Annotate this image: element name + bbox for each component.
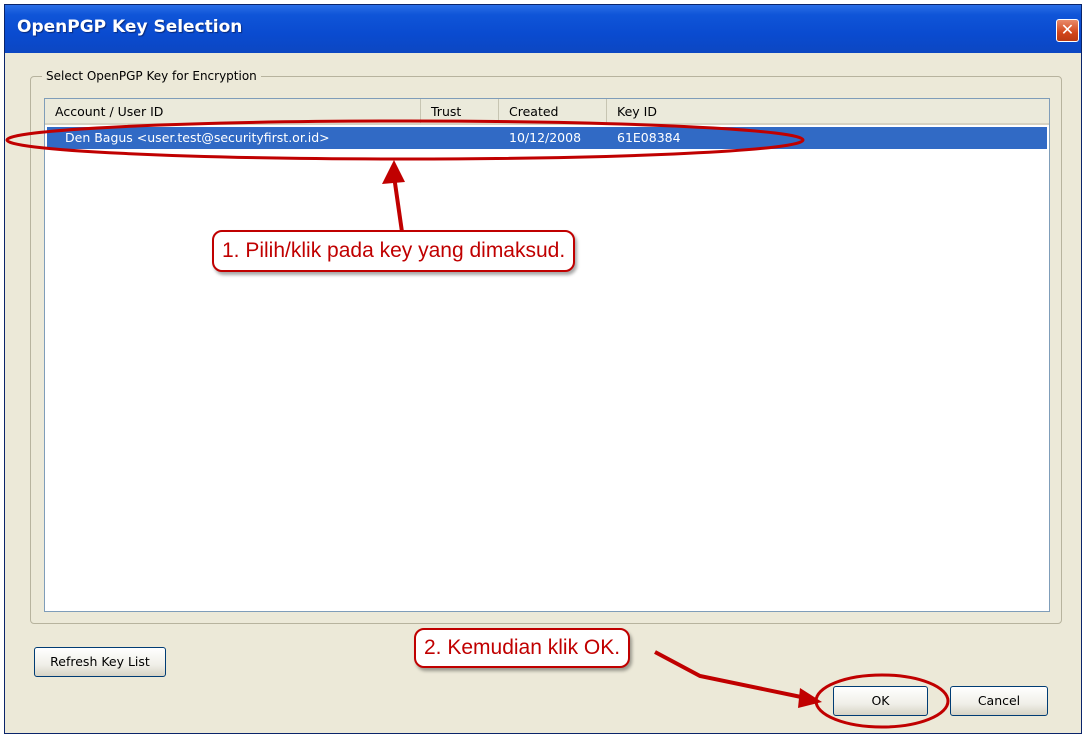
cell-created: 10/12/2008 [509,130,582,145]
window-title: OpenPGP Key Selection [17,17,243,37]
column-header-trust[interactable]: Trust [421,99,499,123]
step2-callout: 2. Kemudian klik OK. [414,628,631,668]
refresh-key-list-button[interactable]: Refresh Key List [34,647,166,677]
refresh-button-label: Refresh Key List [50,654,150,669]
ok-button-label: OK [871,693,890,708]
ok-button[interactable]: OK [833,686,928,716]
groupbox-label: Select OpenPGP Key for Encryption [42,69,261,83]
column-header-account[interactable]: Account / User ID [45,99,421,123]
cell-account: Den Bagus <user.test@securityfirst.or.id… [65,130,330,145]
step1-callout: 1. Pilih/klik pada key yang dimaksud. [212,230,576,272]
column-header-created[interactable]: Created [499,99,607,123]
key-list[interactable]: Account / User ID Trust Created Key ID D… [44,98,1050,612]
close-icon: ✕ [1060,20,1075,39]
column-header-key-id[interactable]: Key ID [607,99,1047,123]
cell-key-id: 61E08384 [617,130,681,145]
title-bar[interactable]: OpenPGP Key Selection ✕ [5,5,1081,53]
table-row[interactable]: Den Bagus <user.test@securityfirst.or.id… [47,127,1047,149]
cancel-button[interactable]: Cancel [950,686,1048,716]
cancel-button-label: Cancel [977,693,1021,708]
close-button[interactable]: ✕ [1056,19,1079,42]
list-header: Account / User ID Trust Created Key ID [45,99,1049,125]
